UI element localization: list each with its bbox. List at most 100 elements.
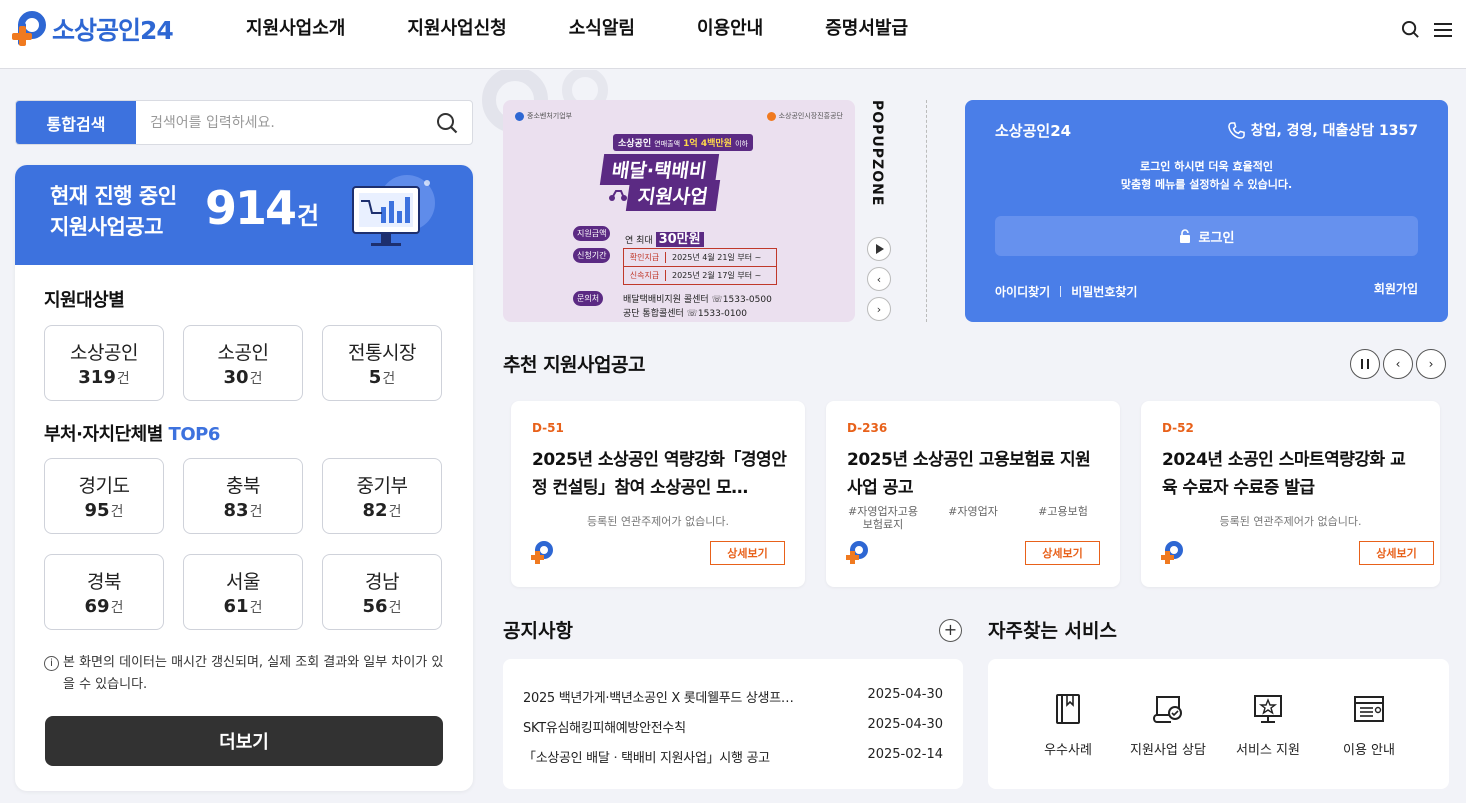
menu-icon[interactable]: [1434, 22, 1452, 38]
target-item-market[interactable]: 전통시장 5건: [322, 325, 442, 401]
find-id-link[interactable]: 아이디찾기: [995, 283, 1050, 300]
popup-play-button[interactable]: [867, 237, 891, 261]
ministry-item-gyeongnam[interactable]: 경남 56건: [322, 554, 442, 630]
site-logo[interactable]: 소상공인24: [12, 11, 174, 47]
integrated-search: 통합검색: [15, 100, 473, 145]
org-right: 소상공인시장진흥공단: [766, 111, 843, 121]
support-summary-card: 현재 진행 중인 지원사업공고 914건 지원대상별 소상공인 319건 소공인…: [15, 165, 473, 791]
target-grid: 소상공인 319건 소공인 30건 전통시장 5건: [44, 325, 442, 401]
nav-support-intro[interactable]: 지원사업소개: [246, 16, 345, 42]
search-tab[interactable]: 통합검색: [16, 101, 136, 144]
popup-next-button[interactable]: ›: [867, 297, 891, 321]
target-item-count: 319건: [78, 367, 130, 388]
ministry-item-seoul[interactable]: 서울 61건: [183, 554, 303, 630]
ministry-grid: 경기도 95건 충북 83건 중기부 82건 경북 69건 서울 61건 경남 …: [44, 458, 442, 630]
logo-mark-icon: [1161, 541, 1187, 565]
target-item-sogongin[interactable]: 소공인 30건: [183, 325, 303, 401]
ministry-item-count: 83건: [223, 500, 263, 521]
notice-item-date: 2025-04-30: [867, 687, 943, 702]
ministry-item-gyeongbuk[interactable]: 경북 69건: [44, 554, 164, 630]
link-divider: [1060, 286, 1062, 297]
login-button[interactable]: 로그인: [995, 216, 1418, 256]
header-icons: [1401, 20, 1452, 39]
target-item-name: 소공인: [217, 342, 269, 364]
search-input[interactable]: [136, 101, 422, 144]
ministry-section-title: 부처·자치단체별 TOP6: [44, 424, 220, 445]
dday-badge: D-236: [847, 421, 888, 435]
popup-amount: 연 최대 30만원: [625, 228, 704, 247]
notice-item-date: 2025-02-14: [867, 747, 943, 762]
keyword-tags: #자영업자고용보험료지 #자영업자 #고용보험: [838, 505, 1108, 531]
detail-button[interactable]: 상세보기: [1359, 541, 1434, 565]
logo-text: 소상공인24: [52, 16, 174, 45]
lock-icon: [1179, 229, 1190, 243]
book-icon: [1056, 694, 1080, 724]
ministry-item-count: 95건: [84, 500, 124, 521]
popup-prev-button[interactable]: ‹: [867, 267, 891, 291]
document-icon: [1354, 696, 1384, 722]
service-consult[interactable]: 지원사업 상담: [1118, 693, 1218, 758]
recommend-card[interactable]: D-52 2024년 소공인 스마트역량강화 교육 수료자 수료증 발급 등록된…: [1141, 401, 1440, 587]
popup-tag: 소상공인 연매출액 1억 4백만원 이하: [613, 134, 753, 151]
ministry-item-gyeonggi[interactable]: 경기도 95건: [44, 458, 164, 534]
recommend-prev-button[interactable]: ‹: [1383, 349, 1413, 379]
logo-mark-icon: [531, 541, 557, 565]
services-title: 자주찾는 서비스: [988, 620, 1117, 642]
service-support[interactable]: 서비스 지원: [1218, 693, 1318, 758]
pause-icon: [1361, 359, 1369, 369]
popup-banner[interactable]: 중소벤처기업부 소상공인시장진흥공단 소상공인 연매출액 1억 4백만원 이하 …: [503, 100, 855, 322]
services-panel: 우수사례 지원사업 상담 서비스 지원 이용 안내: [988, 659, 1449, 789]
detail-button[interactable]: 상세보기: [1025, 541, 1100, 565]
recommend-pause-button[interactable]: [1350, 349, 1380, 379]
no-keyword-text: 등록된 연관주제어가 없습니다.: [586, 515, 730, 528]
nav-support-apply[interactable]: 지원사업신청: [407, 16, 506, 42]
ongoing-label: 현재 진행 중인 지원사업공고: [50, 184, 177, 239]
main-nav: 지원사업소개 지원사업신청 소식알림 이용안내 증명서발급: [246, 16, 970, 42]
search-icon[interactable]: [1401, 20, 1420, 39]
popup-contact-label: 문의처: [573, 291, 604, 306]
ministry-item-name: 경북: [87, 571, 121, 593]
service-guide[interactable]: 이용 안내: [1319, 693, 1419, 758]
certificate-icon: [1153, 696, 1182, 723]
chevron-right-icon: ›: [1428, 357, 1434, 371]
semas-emblem-icon: [766, 111, 776, 121]
phone-icon: [1227, 121, 1245, 139]
keyword-tag[interactable]: #자영업자고용보험료지: [843, 505, 923, 531]
gov-emblem-icon: [515, 111, 524, 121]
find-pw-link[interactable]: 비밀번호찾기: [1071, 283, 1137, 300]
logo-mark-icon: [12, 11, 50, 47]
notice-item[interactable]: 2025 백년가게·백년소공인 X 롯데웰푸드 상생프… 2025-04-30: [523, 687, 943, 706]
site-header: 소상공인24 지원사업소개 지원사업신청 소식알림 이용안내 증명서발급: [0, 0, 1466, 69]
notice-more-plus-icon[interactable]: +: [939, 619, 962, 642]
nav-news[interactable]: 소식알림: [569, 16, 635, 42]
signup-link[interactable]: 회원가입: [1374, 280, 1418, 297]
ongoing-banner: 현재 진행 중인 지원사업공고 914건: [15, 165, 473, 265]
keyword-tag[interactable]: #자영업자: [933, 505, 1013, 531]
ministry-item-chungbuk[interactable]: 충북 83건: [183, 458, 303, 534]
keyword-tag[interactable]: #고용보험: [1023, 505, 1103, 531]
search-submit-button[interactable]: [422, 101, 472, 144]
detail-button[interactable]: 상세보기: [710, 541, 785, 565]
service-best-cases[interactable]: 우수사례: [1018, 693, 1118, 758]
more-button[interactable]: 더보기: [45, 716, 443, 766]
recommend-card[interactable]: D-51 2025년 소상공인 역량강화「경영안정 컨설팅」참여 소상공인 모……: [511, 401, 805, 587]
target-item-sosanggongin[interactable]: 소상공인 319건: [44, 325, 164, 401]
nav-guide[interactable]: 이용안내: [697, 16, 763, 42]
recommend-card-title: 2025년 소상공인 고용보험료 지원사업 공고: [847, 450, 1091, 498]
nav-certificate[interactable]: 증명서발급: [825, 16, 908, 42]
recommend-next-button[interactable]: ›: [1416, 349, 1446, 379]
popup-contact-1: 배달택배비지원 콜센터 ☏1533-0500: [623, 295, 772, 305]
recommend-card[interactable]: D-236 2025년 소상공인 고용보험료 지원사업 공고 #자영업자고용보험…: [826, 401, 1120, 587]
popup-divider: [926, 100, 927, 322]
notice-list: 2025 백년가게·백년소공인 X 롯데웰푸드 상생프… 2025-04-30 S…: [503, 659, 963, 789]
notice-item-title: 2025 백년가게·백년소공인 X 롯데웰푸드 상생프…: [523, 691, 794, 706]
consult-phone[interactable]: 창업, 경영, 대출상담 1357: [1227, 120, 1418, 140]
ministry-item-mss[interactable]: 중기부 82건: [322, 458, 442, 534]
notice-item[interactable]: 「소상공인 배달ㆍ택배비 지원사업」시행 공고 2025-02-14: [523, 747, 943, 766]
target-item-count: 30건: [223, 367, 263, 388]
popup-period-label: 신청기간: [573, 248, 611, 263]
notice-item[interactable]: SKT유심해킹피해예방안전수칙 2025-04-30: [523, 717, 943, 736]
notice-item-date: 2025-04-30: [867, 717, 943, 732]
popup-amount-label: 지원금액: [573, 226, 611, 241]
ministry-item-name: 충북: [226, 475, 260, 497]
